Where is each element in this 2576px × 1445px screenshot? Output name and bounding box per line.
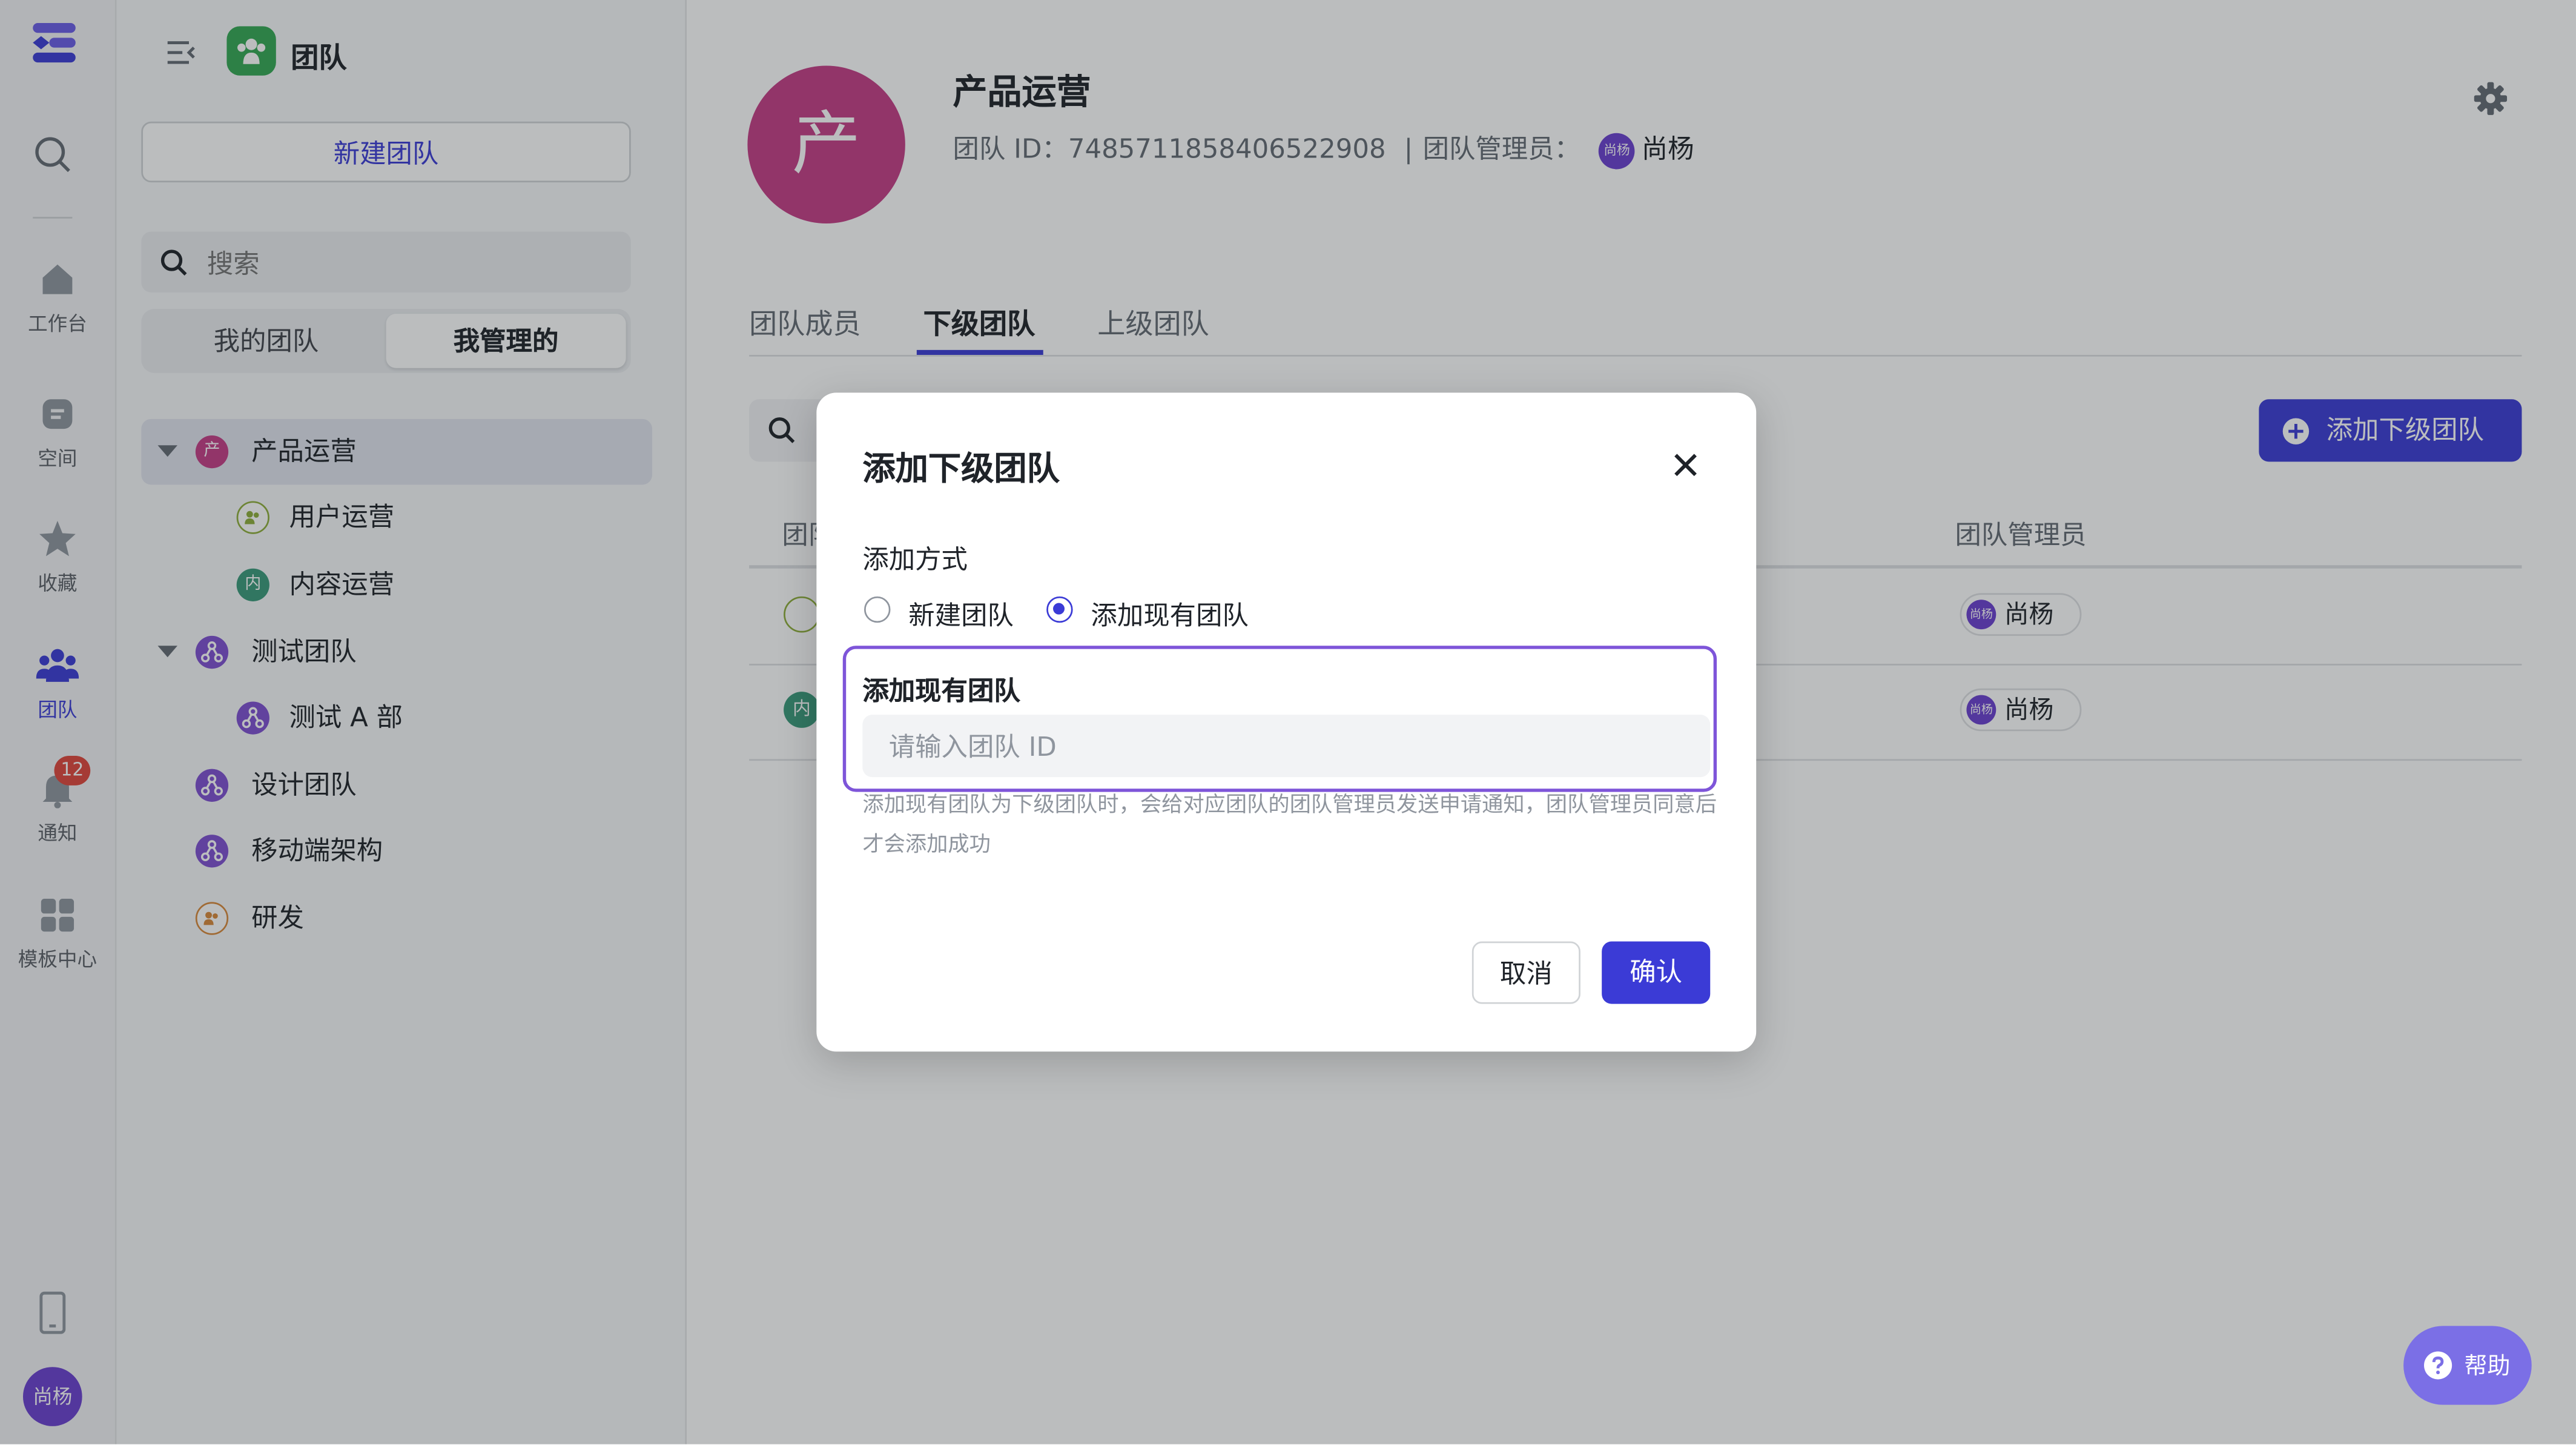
dialog-title: 添加下级团队 — [862, 448, 1060, 488]
dialog-close-button[interactable] — [1668, 447, 1704, 483]
close-icon — [1674, 454, 1697, 477]
field-title: 添加现有团队 — [862, 675, 1020, 707]
option-existing-team[interactable]: 添加现有团队 — [1045, 593, 1291, 631]
option-existing-team-label: 添加现有团队 — [1091, 600, 1249, 631]
option-new-team[interactable]: 新建团队 — [862, 593, 1043, 631]
existing-team-field: 添加现有团队 — [842, 646, 1717, 792]
field-hint: 添加现有团队为下级团队时，会给对应团队的团队管理员发送申请通知，团队管理员同意后… — [862, 793, 1717, 858]
option-new-team-label: 新建团队 — [908, 600, 1014, 631]
help-icon — [2424, 1351, 2452, 1380]
method-label: 添加方式 — [862, 544, 968, 575]
radio-existing-team[interactable] — [1046, 596, 1073, 623]
radio-new-team[interactable] — [864, 596, 891, 623]
team-id-input[interactable] — [862, 715, 1711, 778]
confirm-button[interactable]: 确认 — [1602, 941, 1711, 1004]
cancel-button[interactable]: 取消 — [1471, 941, 1580, 1004]
help-button[interactable]: 帮助 — [2403, 1326, 2532, 1405]
add-subteam-dialog: 添加下级团队 添加方式 新建团队 添加现有团队 添加现有团队 添加现有团队为下级… — [816, 392, 1757, 1052]
help-label: 帮助 — [2464, 1354, 2511, 1380]
